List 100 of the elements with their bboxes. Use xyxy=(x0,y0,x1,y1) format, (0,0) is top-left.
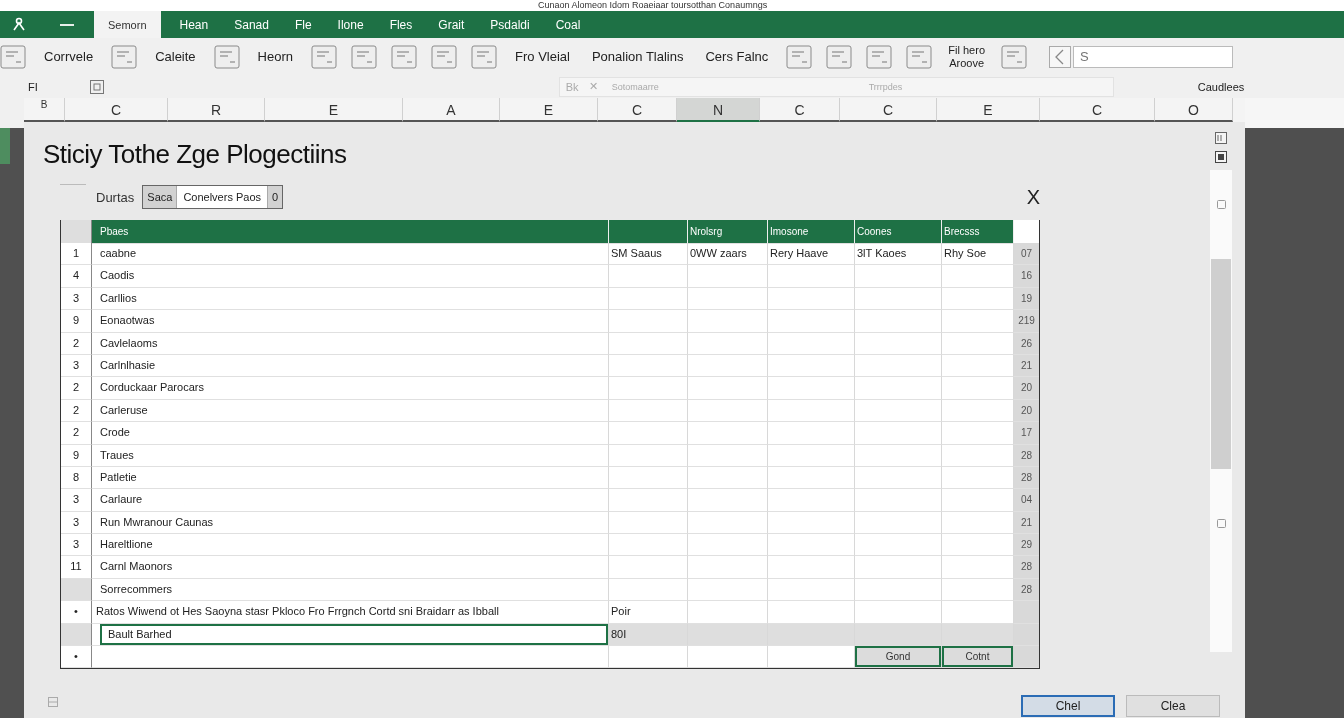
window-title: Cunaon Alomeon Idom Roaeiaar toursotthan Conaumngs xyxy=(538,0,768,11)
square-icon[interactable] xyxy=(89,79,104,94)
row-number: 11 xyxy=(61,556,92,579)
segment-button[interactable]: Saca xyxy=(143,186,178,208)
toolbar-button[interactable]: Caleite xyxy=(151,47,200,66)
toolbar-button[interactable]: Heorn xyxy=(253,47,297,66)
side-number: 28 xyxy=(1014,466,1039,490)
side-number: 20 xyxy=(1014,377,1039,400)
table-cell: 80I xyxy=(609,623,688,647)
table-cell: Carlnlhasie xyxy=(92,354,609,378)
row-number: 9 xyxy=(61,444,92,467)
table-cell: Eonaotwas xyxy=(92,310,609,333)
column-header[interactable]: Imosone xyxy=(768,220,855,244)
chevron-left-icon[interactable] xyxy=(1049,45,1072,68)
side-number: 21 xyxy=(1014,511,1039,535)
row-number xyxy=(61,578,92,602)
row-number: 2 xyxy=(61,332,92,355)
table-cell: Patletie xyxy=(92,466,609,490)
table-cell: Crode xyxy=(92,422,609,445)
table-cell xyxy=(1014,623,1039,647)
segment-button[interactable]: 0 xyxy=(268,186,283,208)
dialog-button[interactable]: Clea xyxy=(1126,695,1220,717)
table-cell: Run Mwranour Caunas xyxy=(92,511,609,535)
toolbar-button[interactable]: Fro Vleial xyxy=(511,47,574,66)
table-cell: Hareltlione xyxy=(92,534,609,557)
row-number: 1 xyxy=(61,243,92,266)
filter-label: Durtas xyxy=(96,189,135,205)
dialog-button[interactable]: Chel xyxy=(1021,695,1115,717)
table-cell: Carlaure xyxy=(92,489,609,512)
name-box[interactable]: FI xyxy=(28,80,38,93)
row-number: 8 xyxy=(61,466,92,490)
ribbon-tab[interactable]: Fle xyxy=(281,11,325,38)
row-number: 3 xyxy=(61,489,92,512)
row-number: 2 xyxy=(61,377,92,400)
toolbar-button[interactable]: Ponalion Tlalins xyxy=(587,47,688,66)
ribbon-tab[interactable]: Ilone xyxy=(324,11,377,38)
scrollbar-thumb[interactable] xyxy=(1211,259,1231,469)
row-number: 3 xyxy=(61,287,92,311)
cell-button[interactable]: Gond xyxy=(855,646,941,668)
dialog-title: Sticiy Tothe Zge Plogectiins xyxy=(43,138,348,170)
side-number: 29 xyxy=(1014,534,1039,557)
side-number: 26 xyxy=(1014,332,1039,355)
row-number: 3 xyxy=(61,354,92,378)
ribbon-tab[interactable]: Fles xyxy=(376,11,426,38)
column-header[interactable]: Coones xyxy=(855,220,942,244)
input-field[interactable]: Bault Barhed xyxy=(100,623,608,646)
window-edge xyxy=(0,128,10,164)
row-number: 2 xyxy=(61,422,92,445)
column-header[interactable]: Nrolsrg xyxy=(688,220,768,244)
table-cell: Caodis xyxy=(92,265,609,288)
toolbar-button[interactable]: Corrvele xyxy=(40,47,98,66)
side-number: 17 xyxy=(1014,422,1039,445)
table-cell: 0WW zaars xyxy=(688,243,768,266)
formula-hint: Trrrpdes xyxy=(868,81,903,92)
table-cell: Carllios xyxy=(92,287,609,311)
table-cell: Cavlelaoms xyxy=(92,332,609,355)
row-number: 2 xyxy=(61,399,92,423)
column-header[interactable]: Brecsss xyxy=(942,220,1014,244)
column-header[interactable]: N xyxy=(677,98,760,122)
table-cell: caabne xyxy=(92,243,609,266)
side-number: 28 xyxy=(1014,444,1039,467)
column-header[interactable]: Pbaes xyxy=(92,220,609,244)
toolbar-button[interactable]: Fil hero Aroove xyxy=(946,43,988,70)
side-number: 20 xyxy=(1014,399,1039,423)
menu-icon[interactable] xyxy=(60,23,74,27)
search-field[interactable]: S xyxy=(1073,45,1234,68)
side-number: 28 xyxy=(1014,578,1039,602)
ribbon-tab[interactable]: Psdaldi xyxy=(477,11,543,38)
square-icon[interactable] xyxy=(1215,132,1227,144)
row-number: 3 xyxy=(61,511,92,535)
toolbar-button[interactable]: Cers Falnc xyxy=(701,47,773,66)
side-number: 19 xyxy=(1014,287,1039,311)
row-number: • xyxy=(61,646,92,669)
side-number: 07 xyxy=(1014,243,1039,266)
ribbon-tab[interactable]: Sanad xyxy=(221,11,282,38)
table-cell: Sorrecommers xyxy=(92,578,609,602)
table-cell xyxy=(1014,601,1039,624)
table-cell: SM Saaus xyxy=(609,243,688,266)
ribbon-tab[interactable]: Coal xyxy=(542,11,594,38)
corner-cell xyxy=(61,220,92,244)
row-number: 9 xyxy=(61,310,92,333)
app-icon[interactable] xyxy=(12,17,26,31)
column-header[interactable] xyxy=(609,220,688,244)
square-icon[interactable] xyxy=(1215,151,1227,163)
segment-button[interactable]: Conelvers Paos xyxy=(177,186,269,208)
table-cell: Corduckaar Parocars xyxy=(92,377,609,400)
side-number: 21 xyxy=(1014,354,1039,378)
ribbon-tab[interactable]: Grait xyxy=(425,11,478,38)
ribbon-tab[interactable]: Hean xyxy=(166,11,222,38)
pane-label: Caudlees xyxy=(1197,80,1245,93)
table-cell: Carnl Maonors xyxy=(92,556,609,579)
close-button[interactable]: X xyxy=(1024,185,1042,209)
side-number: 28 xyxy=(1014,556,1039,579)
table-cell: Carleruse xyxy=(92,399,609,423)
table-cell: Poir xyxy=(609,601,688,624)
cell-button[interactable]: Cotnt xyxy=(942,646,1013,668)
formula-text: Sotomaarre xyxy=(611,81,659,92)
ribbon-tab[interactable]: Semorn xyxy=(94,11,161,38)
table-cell: 3lT Kaoes xyxy=(855,243,942,266)
side-number: 04 xyxy=(1014,489,1039,512)
